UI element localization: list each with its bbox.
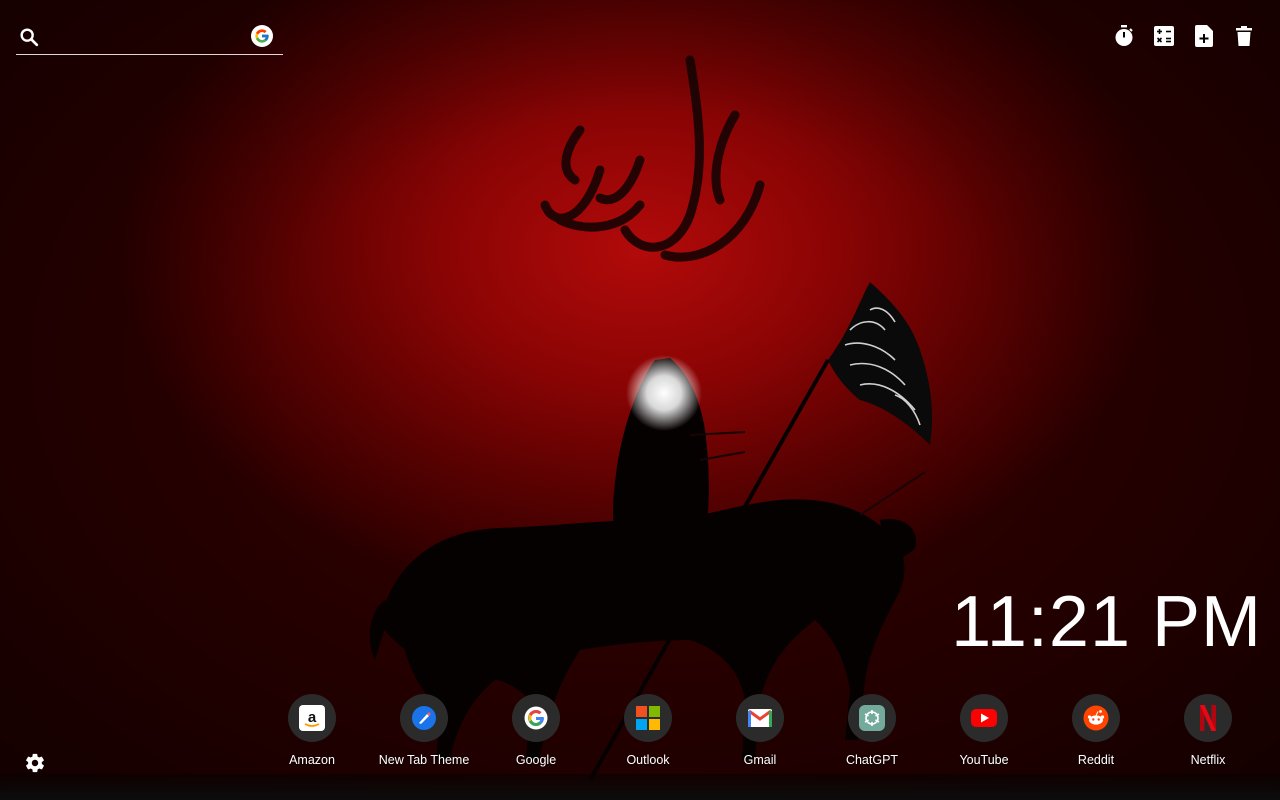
shortcut-youtube[interactable]: YouTube	[928, 694, 1040, 767]
shortcut-tile	[624, 694, 672, 742]
reddit-icon	[1083, 705, 1109, 731]
shortcuts-bar: a Amazon New Tab Theme Google Outlook Gm…	[256, 694, 1264, 774]
timer-icon[interactable]	[1112, 24, 1136, 48]
wallpaper-artwork	[369, 55, 932, 781]
google-icon[interactable]	[251, 25, 273, 47]
shortcut-gmail[interactable]: Gmail	[704, 694, 816, 767]
shortcut-tile	[1072, 694, 1120, 742]
youtube-icon	[971, 709, 997, 727]
google-icon	[524, 706, 548, 730]
shortcut-label: ChatGPT	[845, 753, 899, 767]
shortcut-new-tab-theme[interactable]: New Tab Theme	[368, 694, 480, 767]
add-note-icon[interactable]	[1192, 24, 1216, 48]
light-glow	[626, 355, 702, 431]
shortcut-tile	[736, 694, 784, 742]
shortcut-label: Google	[515, 753, 557, 767]
chatgpt-icon	[859, 705, 885, 731]
netflix-icon	[1200, 705, 1216, 731]
shortcut-label: Netflix	[1190, 753, 1226, 767]
trash-icon[interactable]	[1232, 24, 1256, 48]
gmail-icon	[748, 709, 772, 727]
shortcut-google[interactable]: Google	[480, 694, 592, 767]
shortcut-label: Amazon	[289, 753, 335, 767]
shortcut-tile	[848, 694, 896, 742]
shortcut-tile	[512, 694, 560, 742]
shortcut-tile	[960, 694, 1008, 742]
bottom-band	[0, 774, 1280, 800]
clock: 11:21 PM	[951, 582, 1262, 662]
shortcut-reddit[interactable]: Reddit	[1040, 694, 1152, 767]
shortcut-tile	[400, 694, 448, 742]
shortcut-netflix[interactable]: Netflix	[1152, 694, 1264, 767]
shortcut-amazon[interactable]: a Amazon	[256, 694, 368, 767]
calculator-icon[interactable]	[1152, 24, 1176, 48]
shortcut-tile	[1184, 694, 1232, 742]
search-input[interactable]	[50, 24, 254, 52]
amazon-icon: a	[299, 705, 325, 731]
shortcut-outlook[interactable]: Outlook	[592, 694, 704, 767]
search-icon[interactable]	[18, 26, 40, 48]
shortcut-label: Gmail	[743, 753, 777, 767]
top-toolbar	[1112, 24, 1256, 48]
gear-icon[interactable]	[24, 752, 48, 776]
shortcut-label: New Tab Theme	[378, 753, 470, 767]
shortcut-label: Reddit	[1077, 753, 1115, 767]
new-tab-theme-icon	[412, 706, 436, 730]
flag-artwork	[828, 282, 932, 445]
shortcut-label: YouTube	[959, 753, 1009, 767]
outlook-icon	[636, 706, 660, 730]
shortcut-tile: a	[288, 694, 336, 742]
search-bar	[16, 20, 283, 55]
shortcut-label: Outlook	[626, 753, 670, 767]
calligraphy-artwork	[540, 55, 765, 262]
svg-text:a: a	[308, 709, 317, 726]
shortcut-chatgpt[interactable]: ChatGPT	[816, 694, 928, 767]
